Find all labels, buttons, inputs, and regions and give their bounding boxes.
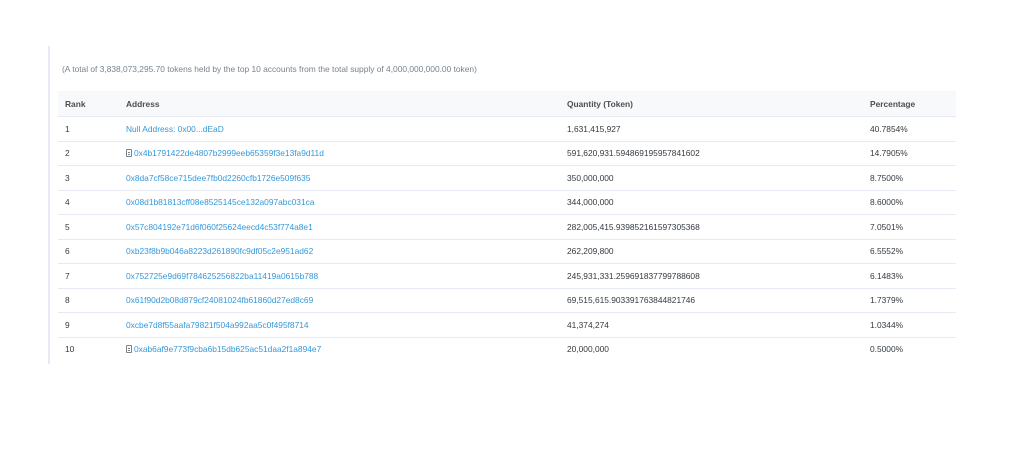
address-cell: 0x08d1b81813cff08e8525145ce132a097abc031…	[119, 190, 560, 215]
header-quantity: Quantity (Token)	[560, 91, 863, 117]
rank-cell: 4	[58, 190, 119, 215]
quantity-cell: 20,000,000	[567, 344, 609, 355]
header-rank: Rank	[58, 91, 119, 117]
holder-address-link[interactable]: 0x08d1b81813cff08e8525145ce132a097abc031…	[126, 197, 314, 207]
rank-cell: 9	[58, 312, 119, 338]
rank-cell: 10	[65, 344, 75, 355]
panel-left-border	[48, 46, 50, 364]
address-cell: 0x57c804192e71d6f060f25624eecd4c53f774a8…	[119, 214, 560, 240]
quantity-cell: 69,515,615.903391763844821746	[560, 288, 863, 313]
table-row: 6 0xb23f8b9b046a8223d261890fc9df05c2e951a…	[58, 239, 956, 264]
holder-address-link[interactable]: 0xb23f8b9b046a8223d261890fc9df05c2e951ad…	[126, 246, 313, 256]
token-holders-panel: (A total of 3,838,073,295.70 tokens held…	[0, 0, 1024, 467]
table-row: 2 0x4b1791422de4807b2999eeb65359f3e13fa9d…	[58, 141, 956, 166]
quantity-cell: 262,209,800	[560, 239, 863, 264]
quantity-cell: 350,000,000	[560, 165, 863, 191]
rank-cell: 7	[58, 263, 119, 289]
address-cell: 0x4b1791422de4807b2999eeb65359f3e13fa9d1…	[119, 141, 560, 166]
holder-address-link[interactable]: Null Address: 0x00...dEaD	[126, 124, 224, 134]
table-row: 5 0x57c804192e71d6f060f25624eecd4c53f774a…	[58, 214, 956, 240]
holders-table-header: Rank Address Quantity (Token) Percentage	[58, 91, 956, 117]
quantity-cell: 344,000,000	[560, 190, 863, 215]
contract-document-icon	[126, 345, 132, 354]
percentage-cell: 0.5000%	[870, 344, 904, 355]
rank-cell: 6	[58, 239, 119, 264]
percentage-cell: 7.0501%	[863, 214, 956, 240]
rank-cell: 8	[58, 288, 119, 313]
percentage-cell: 8.7500%	[863, 165, 956, 191]
header-address: Address	[119, 91, 560, 117]
percentage-cell: 1.7379%	[863, 288, 956, 313]
table-row: 8 0x61f90d2b08d879cf24081024fb61860d27ed8…	[58, 288, 956, 313]
quantity-cell: 1,631,415,927	[560, 116, 863, 142]
holder-address-link[interactable]: 0x4b1791422de4807b2999eeb65359f3e13fa9d1…	[134, 148, 324, 158]
holder-address-link[interactable]: 0x57c804192e71d6f060f25624eecd4c53f774a8…	[126, 222, 313, 232]
address-cell: 0x752725e9d69f784625256822ba11419a0615b7…	[119, 263, 560, 289]
holders-table-body: 1 Null Address: 0x00...dEaD 1,631,415,927 4…	[58, 116, 956, 362]
rank-cell: 5	[58, 214, 119, 240]
quantity-cell: 41,374,274	[560, 312, 863, 338]
holder-address-link[interactable]: 0x752725e9d69f784625256822ba11419a0615b7…	[126, 271, 318, 281]
holder-address-link[interactable]: 0x61f90d2b08d879cf24081024fb61860d27ed8c…	[126, 295, 313, 305]
percentage-cell: 6.5552%	[863, 239, 956, 264]
table-row: 9 0xcbe7d8f55aafa79821f504a992aa5c0f495f8…	[58, 312, 956, 338]
contract-document-icon	[126, 149, 132, 158]
header-percentage: Percentage	[863, 91, 956, 117]
address-cell: 0x8da7cf58ce715dee7fb0d2260cfb1726e509f6…	[119, 165, 560, 191]
holders-table: Rank Address Quantity (Token) Percentage…	[58, 91, 956, 361]
table-row: 1 Null Address: 0x00...dEaD 1,631,415,927 4…	[58, 116, 956, 142]
quantity-cell: 282,005,415.939852161597305368	[560, 214, 863, 240]
percentage-cell: 1.0344%	[863, 312, 956, 338]
address-cell: Null Address: 0x00...dEaD	[119, 116, 560, 142]
percentage-cell: 6.1483%	[863, 263, 956, 289]
percentage-cell: 8.6000%	[863, 190, 956, 215]
address-cell: 0xab6af9e773f9cba6b15db625ac51daa2f1a894…	[119, 337, 560, 361]
percentage-cell: 14.7905%	[863, 141, 956, 166]
table-row: 7 0x752725e9d69f784625256822ba11419a0615b…	[58, 263, 956, 289]
quantity-cell: 245,931,331.259691837799788608	[560, 263, 863, 289]
rank-cell: 1	[58, 116, 119, 142]
percentage-cell: 40.7854%	[863, 116, 956, 142]
rank-cell: 3	[58, 165, 119, 191]
header-row: Rank Address Quantity (Token) Percentage	[58, 91, 956, 117]
quantity-cell: 591,620,931.594869195957841602	[560, 141, 863, 166]
table-row: 4 0x08d1b81813cff08e8525145ce132a097abc03…	[58, 190, 956, 215]
address-cell: 0xb23f8b9b046a8223d261890fc9df05c2e951ad…	[119, 239, 560, 264]
holder-address-link[interactable]: 0xab6af9e773f9cba6b15db625ac51daa2f1a894…	[134, 344, 321, 354]
holder-address-link[interactable]: 0x8da7cf58ce715dee7fb0d2260cfb1726e509f6…	[126, 173, 310, 183]
address-cell: 0xcbe7d8f55aafa79821f504a992aa5c0f495f87…	[119, 312, 560, 338]
holder-address-link[interactable]: 0xcbe7d8f55aafa79821f504a992aa5c0f495f87…	[126, 320, 309, 330]
address-cell: 0x61f90d2b08d879cf24081024fb61860d27ed8c…	[119, 288, 560, 313]
table-row: 3 0x8da7cf58ce715dee7fb0d2260cfb1726e509f…	[58, 165, 956, 191]
table-row: 10 0xab6af9e773f9cba6b15db625ac51daa2f1a8…	[58, 337, 956, 361]
holders-summary: (A total of 3,838,073,295.70 tokens held…	[62, 64, 477, 74]
rank-cell: 2	[58, 141, 119, 166]
